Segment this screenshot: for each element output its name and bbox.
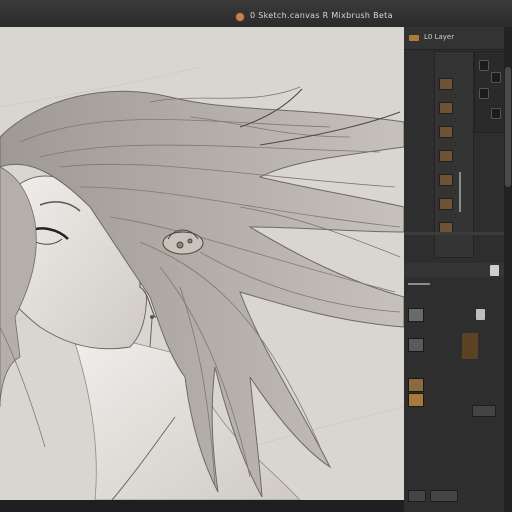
layer-swatch[interactable]: [408, 338, 424, 352]
tool-divider: [459, 172, 461, 212]
window-title: 0 Sketch.canvas R Mixbrush Beta: [250, 11, 393, 20]
pen-tool-icon[interactable]: [439, 102, 453, 114]
control-column: [474, 51, 506, 133]
layer-swatch[interactable]: [408, 393, 424, 407]
brush-tool-icon[interactable]: [439, 78, 453, 90]
color-preview[interactable]: [462, 333, 478, 359]
properties-header: [404, 263, 504, 277]
label-mark: [408, 283, 430, 285]
app-icon[interactable]: [236, 13, 244, 21]
layer-swatch[interactable]: [408, 308, 424, 322]
tool-column: [434, 51, 474, 258]
picker-tool-icon[interactable]: [439, 198, 453, 210]
panel-header: L0 Layer: [404, 27, 504, 50]
eraser-tool-icon[interactable]: [439, 126, 453, 138]
panel-scrollbar[interactable]: [504, 27, 512, 512]
options-button[interactable]: [472, 405, 496, 417]
layers-icon[interactable]: [409, 35, 419, 41]
fill-tool-icon[interactable]: [439, 174, 453, 186]
arrow-icon[interactable]: [476, 309, 485, 320]
sketch-artwork: [0, 27, 404, 500]
drawing-canvas[interactable]: [0, 27, 406, 500]
delete-layer-button[interactable]: [430, 490, 458, 502]
status-strip: [0, 500, 404, 512]
knob-icon[interactable]: [479, 60, 489, 71]
smudge-tool-icon[interactable]: [439, 150, 453, 162]
panel-divider: [404, 232, 504, 235]
knob-icon[interactable]: [491, 72, 501, 83]
knob-icon[interactable]: [491, 108, 501, 119]
lock-icon[interactable]: [490, 265, 499, 276]
scrollbar-thumb[interactable]: [505, 67, 511, 187]
add-layer-button[interactable]: [408, 490, 426, 502]
panel-title: L0 Layer: [424, 33, 455, 41]
layer-swatch[interactable]: [408, 378, 424, 392]
side-panel: L0 Layer: [404, 27, 512, 512]
knob-icon[interactable]: [479, 88, 489, 99]
